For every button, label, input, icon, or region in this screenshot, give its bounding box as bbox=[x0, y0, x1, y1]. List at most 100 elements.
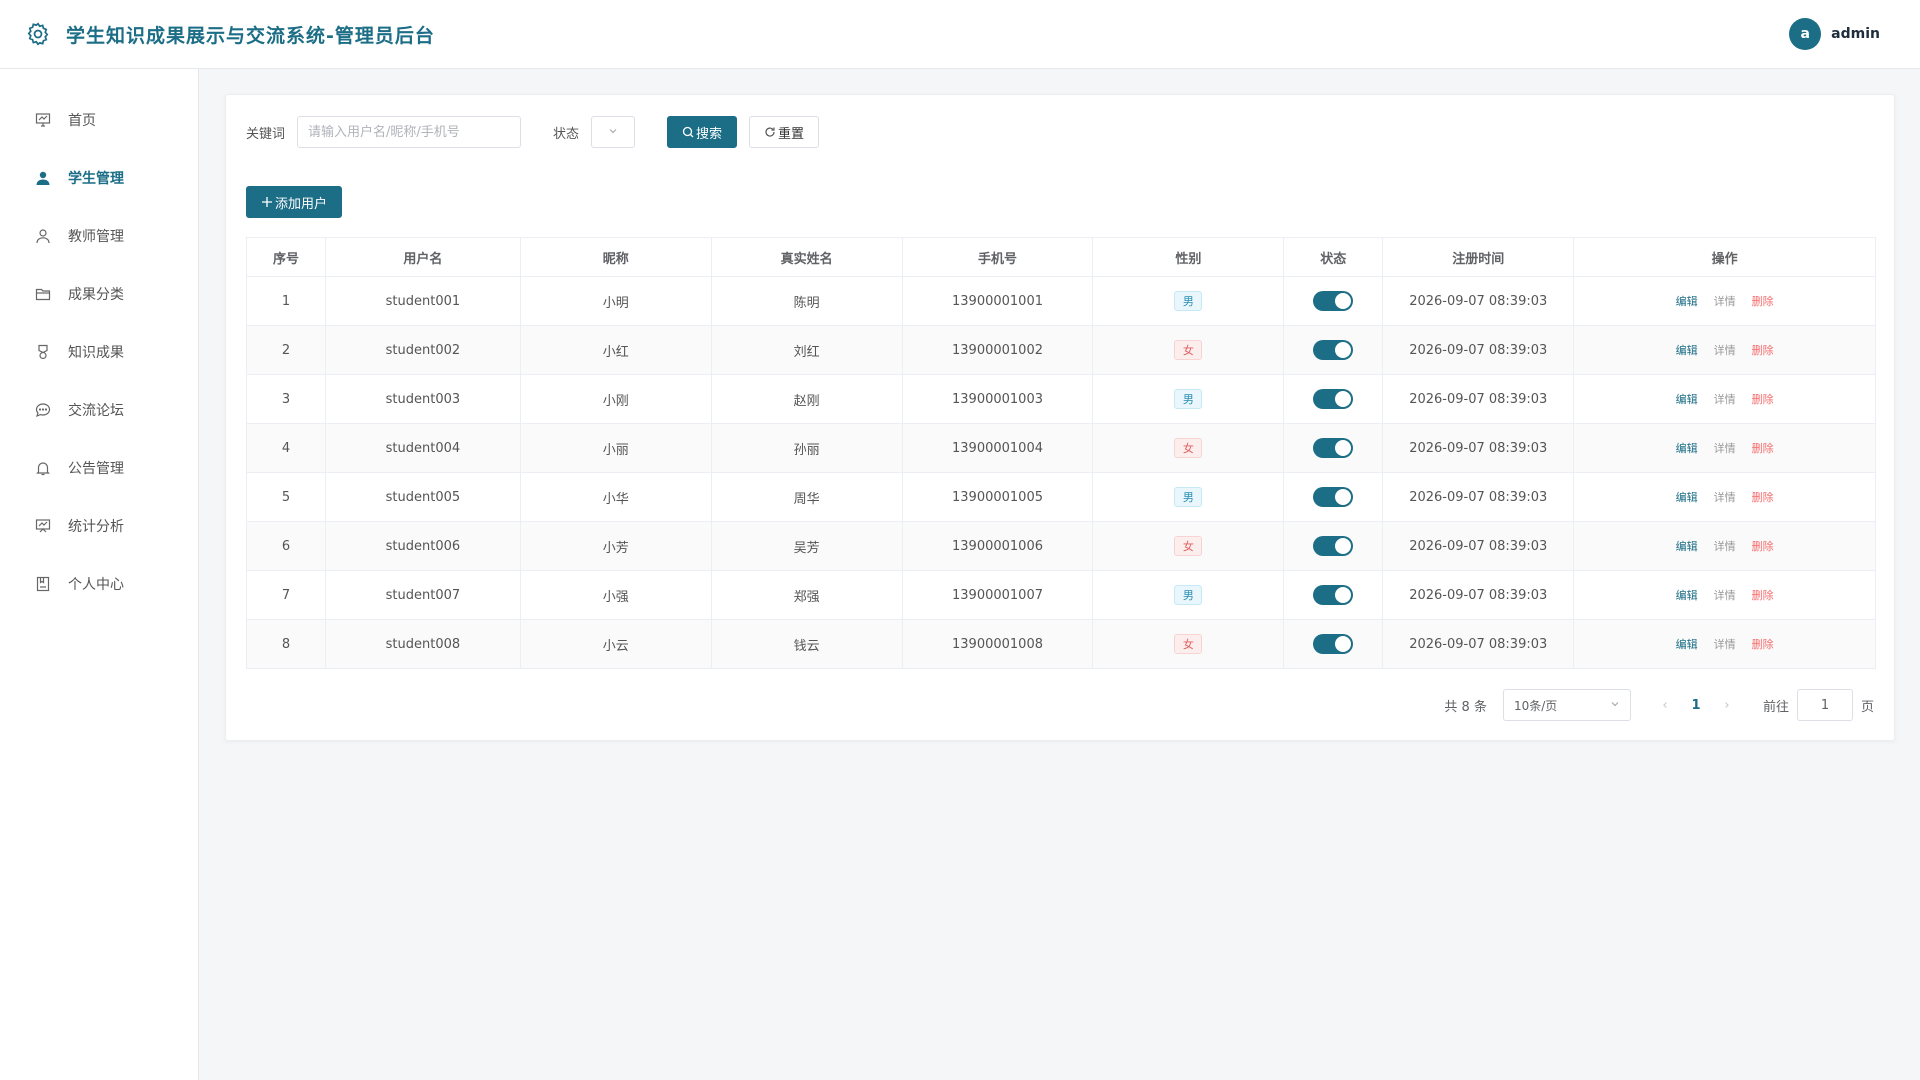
current-page[interactable]: 1 bbox=[1681, 698, 1711, 713]
delete-button[interactable]: 删除 bbox=[1752, 295, 1774, 308]
edit-button[interactable]: 编辑 bbox=[1676, 295, 1698, 308]
cell-phone: 13900001006 bbox=[901, 521, 1094, 571]
toggle-knob bbox=[1335, 342, 1352, 358]
sidebar-item-notices[interactable]: 公告管理 bbox=[0, 439, 198, 497]
column-header: 操作 bbox=[1573, 237, 1876, 277]
chevron-down-icon bbox=[608, 125, 618, 140]
sidebar-item-label: 教师管理 bbox=[68, 229, 124, 245]
page-size-value: 10条/页 bbox=[1513, 698, 1558, 713]
cell-actions: 编辑 详情 删除 bbox=[1573, 325, 1876, 375]
gender-tag: 男 bbox=[1174, 585, 1203, 605]
chevron-down-icon bbox=[1610, 698, 1620, 712]
detail-button[interactable]: 详情 bbox=[1714, 295, 1736, 308]
status-toggle[interactable] bbox=[1313, 487, 1354, 507]
edit-button[interactable]: 编辑 bbox=[1676, 638, 1698, 651]
table-row: 2 student002 小红 刘红 13900001002 女 2026-09-07 08… bbox=[246, 325, 1876, 375]
status-toggle[interactable] bbox=[1313, 585, 1354, 605]
reset-button[interactable]: 重置 bbox=[749, 116, 820, 148]
table-row: 8 student008 小云 钱云 13900001008 女 2026-09-07 08… bbox=[246, 619, 1876, 669]
status-toggle[interactable] bbox=[1313, 291, 1354, 311]
status-toggle[interactable] bbox=[1313, 340, 1354, 360]
status-toggle[interactable] bbox=[1313, 389, 1354, 409]
sidebar-item-forum[interactable]: 交流论坛 bbox=[0, 381, 198, 439]
keyword-input[interactable] bbox=[297, 116, 522, 148]
cell-gender: 男 bbox=[1092, 570, 1285, 620]
cell-index: 4 bbox=[246, 423, 326, 473]
goto-page-input[interactable] bbox=[1796, 689, 1853, 721]
sidebar-item-students[interactable]: 学生管理 bbox=[0, 149, 198, 207]
search-button[interactable]: 搜索 bbox=[667, 116, 738, 148]
column-header: 状态 bbox=[1283, 237, 1384, 277]
cell-status bbox=[1283, 570, 1384, 620]
cell-created: 2026-09-07 08:39:03 bbox=[1382, 423, 1575, 473]
sidebar-item-categories[interactable]: 成果分类 bbox=[0, 265, 198, 323]
detail-button[interactable]: 详情 bbox=[1714, 344, 1736, 357]
edit-button[interactable]: 编辑 bbox=[1676, 491, 1698, 504]
edit-button[interactable]: 编辑 bbox=[1676, 442, 1698, 455]
detail-button[interactable]: 详情 bbox=[1714, 540, 1736, 553]
delete-button[interactable]: 删除 bbox=[1752, 491, 1774, 504]
cell-gender: 女 bbox=[1092, 325, 1285, 375]
sidebar-item-teachers[interactable]: 教师管理 bbox=[0, 207, 198, 265]
delete-button[interactable]: 删除 bbox=[1752, 540, 1774, 553]
keyword-label: 关键词 bbox=[246, 126, 286, 142]
add-user-button[interactable]: 添加用户 bbox=[246, 186, 343, 218]
detail-button[interactable]: 详情 bbox=[1714, 393, 1736, 406]
sidebar-item-home[interactable]: 首页 bbox=[0, 91, 198, 149]
delete-button[interactable]: 删除 bbox=[1752, 589, 1774, 602]
detail-button[interactable]: 详情 bbox=[1714, 491, 1736, 504]
status-toggle[interactable] bbox=[1313, 438, 1354, 458]
cell-status bbox=[1283, 472, 1384, 522]
delete-button[interactable]: 删除 bbox=[1752, 442, 1774, 455]
user-menu[interactable]: a admin bbox=[1789, 18, 1880, 50]
edit-button[interactable]: 编辑 bbox=[1676, 540, 1698, 553]
column-header: 真实姓名 bbox=[710, 237, 903, 277]
cell-gender: 男 bbox=[1092, 276, 1285, 326]
sidebar-item-statistics[interactable]: 统计分析 bbox=[0, 497, 198, 555]
cell-phone: 13900001001 bbox=[901, 276, 1094, 326]
gender-tag: 男 bbox=[1174, 487, 1203, 507]
cell-index: 6 bbox=[246, 521, 326, 571]
edit-button[interactable]: 编辑 bbox=[1676, 344, 1698, 357]
gender-tag: 女 bbox=[1174, 340, 1203, 360]
cell-gender: 男 bbox=[1092, 472, 1285, 522]
edit-button[interactable]: 编辑 bbox=[1676, 589, 1698, 602]
cell-created: 2026-09-07 08:39:03 bbox=[1382, 374, 1575, 424]
cell-nickname: 小强 bbox=[519, 570, 712, 620]
profile-icon bbox=[34, 575, 52, 593]
cell-phone: 13900001004 bbox=[901, 423, 1094, 473]
cell-username: student004 bbox=[324, 423, 521, 473]
edit-button[interactable]: 编辑 bbox=[1676, 393, 1698, 406]
status-toggle[interactable] bbox=[1313, 536, 1354, 556]
gender-tag: 男 bbox=[1174, 389, 1203, 409]
detail-button[interactable]: 详情 bbox=[1714, 442, 1736, 455]
delete-button[interactable]: 删除 bbox=[1752, 638, 1774, 651]
plus-icon bbox=[261, 196, 273, 208]
sidebar: 首页 学生管理 教师管理 成果分类 知识成果 交流论坛 公告管理 统计分析 个人… bbox=[0, 69, 199, 1080]
cell-index: 7 bbox=[246, 570, 326, 620]
page-size-select[interactable]: 10条/页 bbox=[1502, 689, 1631, 721]
cell-realname: 孙丽 bbox=[710, 423, 903, 473]
user-name[interactable]: admin bbox=[1831, 26, 1880, 42]
prev-page-icon[interactable]: ‹ bbox=[1651, 698, 1679, 713]
cell-username: student002 bbox=[324, 325, 521, 375]
delete-button[interactable]: 删除 bbox=[1752, 344, 1774, 357]
folder-icon bbox=[34, 285, 52, 303]
detail-button[interactable]: 详情 bbox=[1714, 589, 1736, 602]
sidebar-item-profile[interactable]: 个人中心 bbox=[0, 555, 198, 613]
sidebar-item-label: 首页 bbox=[68, 113, 96, 129]
status-toggle[interactable] bbox=[1313, 634, 1354, 654]
detail-button[interactable]: 详情 bbox=[1714, 638, 1736, 651]
cell-username: student008 bbox=[324, 619, 521, 669]
cell-realname: 钱云 bbox=[710, 619, 903, 669]
cell-actions: 编辑 详情 删除 bbox=[1573, 619, 1876, 669]
search-bar: 关键词 状态 搜索 重置 bbox=[246, 115, 820, 149]
sidebar-item-achievements[interactable]: 知识成果 bbox=[0, 323, 198, 381]
avatar[interactable]: a bbox=[1789, 18, 1822, 50]
bell-icon bbox=[34, 459, 52, 477]
status-select[interactable] bbox=[591, 116, 636, 148]
delete-button[interactable]: 删除 bbox=[1752, 393, 1774, 406]
next-page-icon[interactable]: › bbox=[1713, 698, 1741, 713]
column-header: 性别 bbox=[1092, 237, 1285, 277]
cell-created: 2026-09-07 08:39:03 bbox=[1382, 521, 1575, 571]
